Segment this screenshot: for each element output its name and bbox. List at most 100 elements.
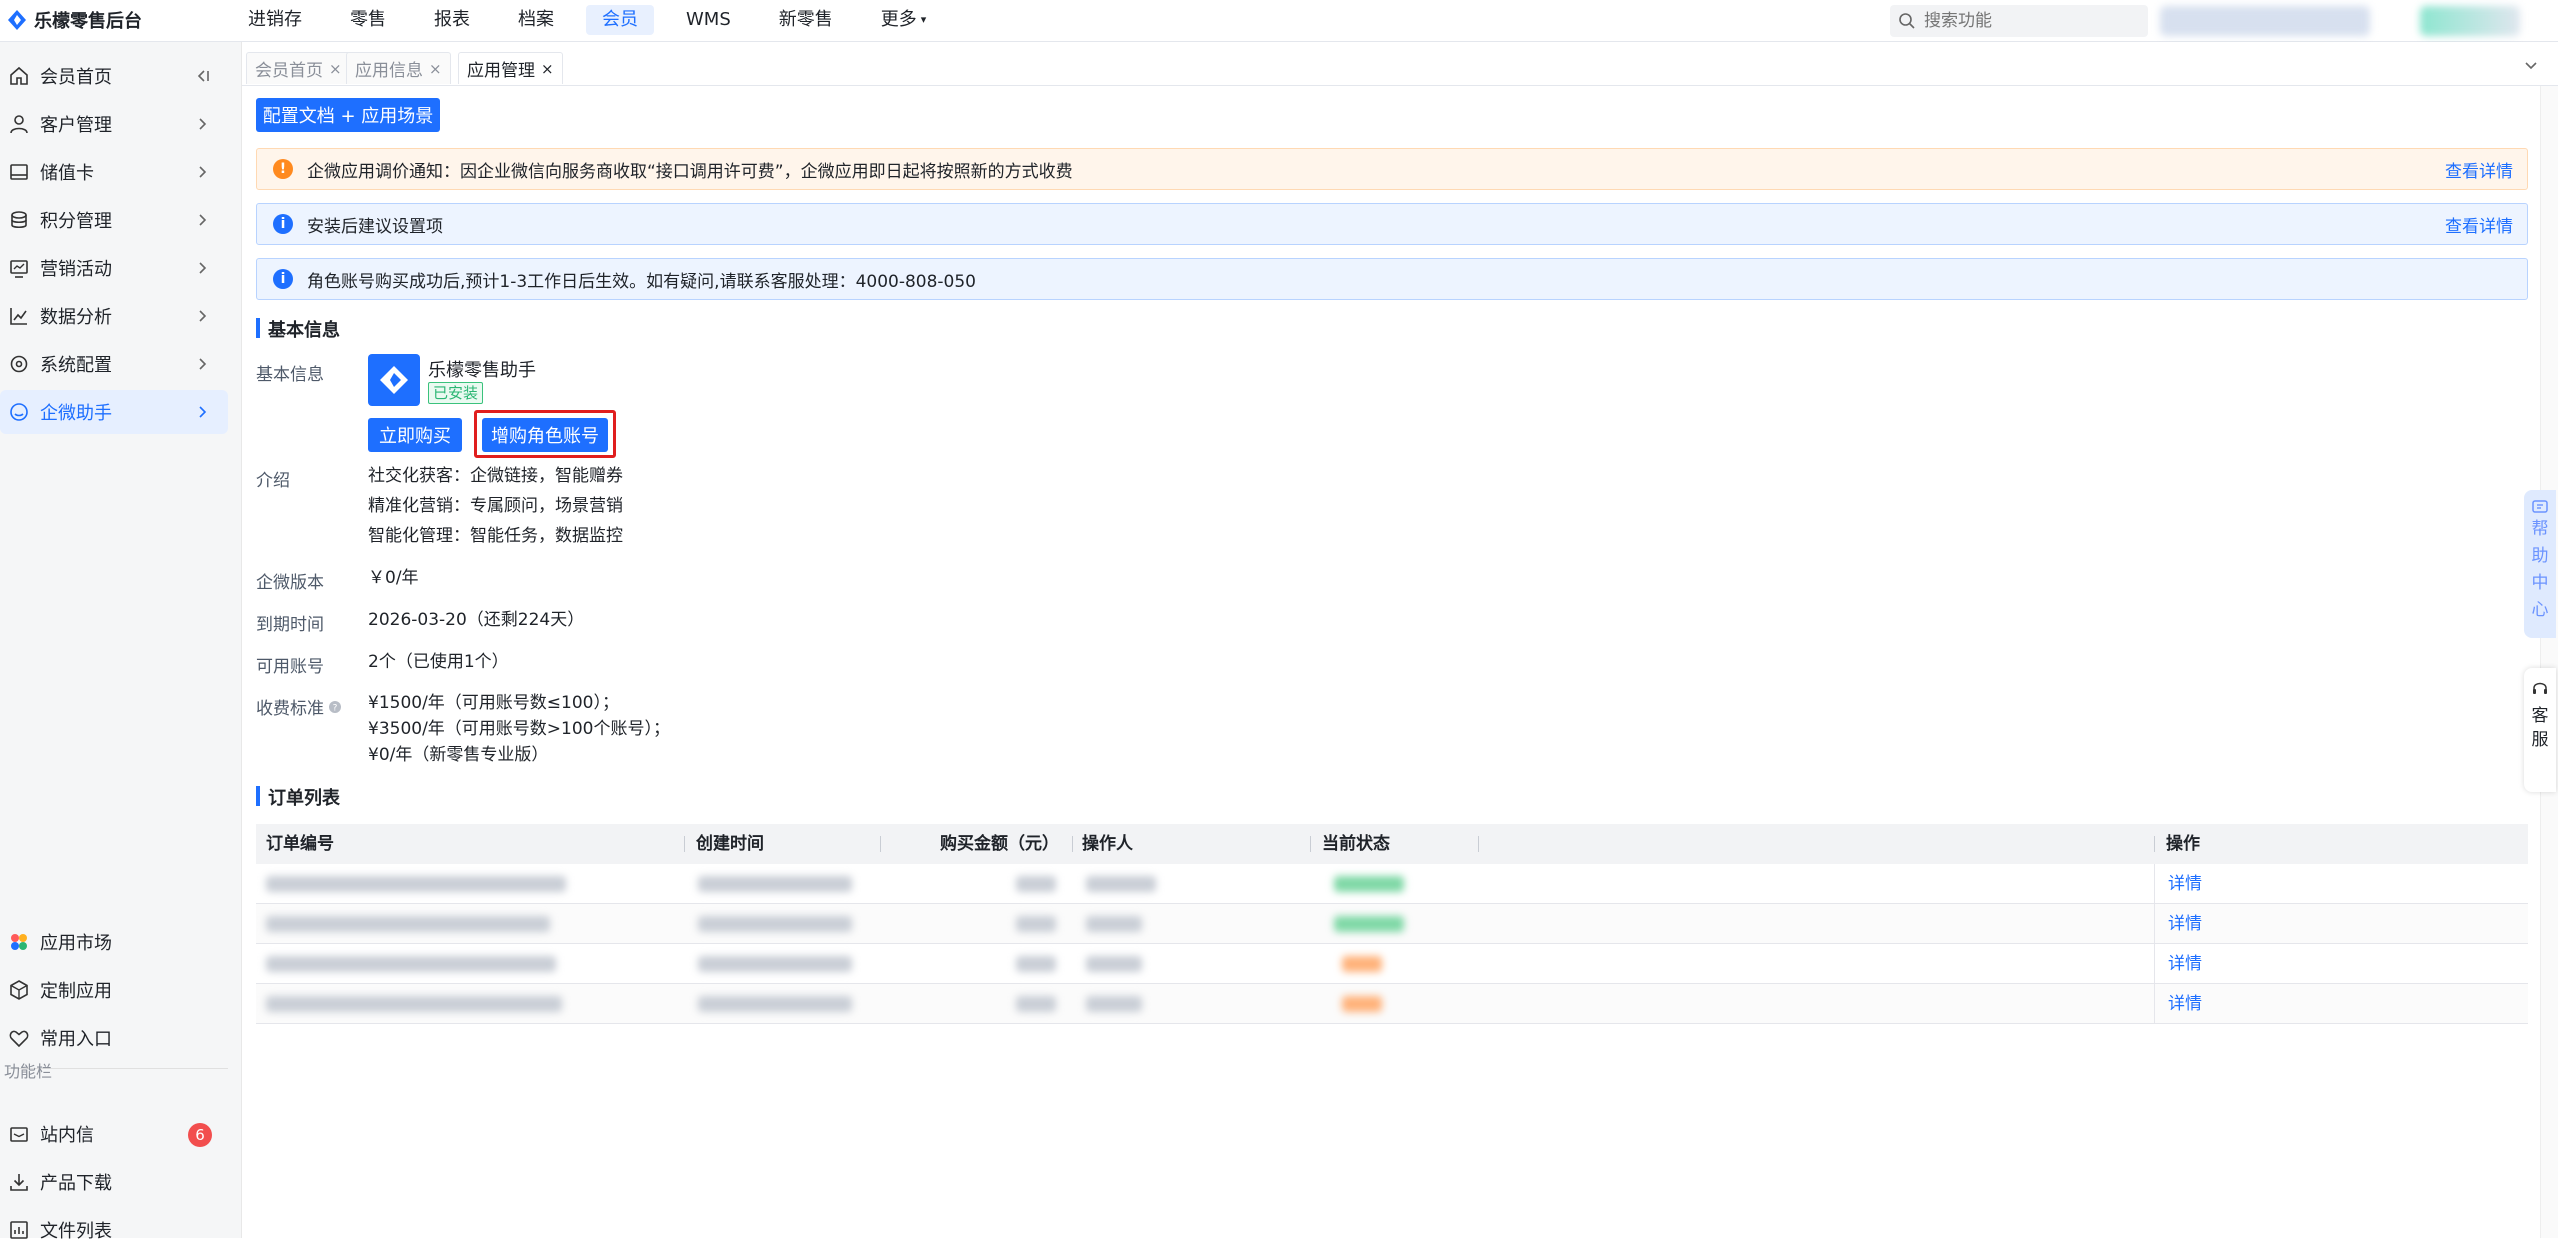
sidebar-item-customers[interactable]: 客户管理 (0, 102, 228, 146)
order-no-cell (266, 916, 550, 932)
status-cell (1342, 956, 1382, 972)
sidebar-item-app-market[interactable]: 应用市场 (0, 920, 228, 964)
add-role-account-button[interactable]: 增购角色账号 (482, 418, 608, 452)
close-icon[interactable]: × (541, 60, 554, 78)
detail-link[interactable]: 详情 (2168, 944, 2202, 984)
amount-cell (1016, 996, 1056, 1012)
search-input[interactable] (1922, 10, 2132, 32)
sidebar-item-file-list[interactable]: 文件列表 (0, 1208, 228, 1252)
nav-item-more[interactable]: 更多 ▾ (865, 5, 943, 35)
chevron-right-icon (199, 358, 207, 370)
diamond-logo-icon (380, 366, 408, 394)
chat-icon (8, 401, 30, 423)
detail-link[interactable]: 详情 (2168, 984, 2202, 1024)
app-market-icon (8, 931, 30, 953)
sidebar-item-favorites[interactable]: 常用入口 (0, 1016, 228, 1060)
fee-value: ¥1500/年（可用账号数≤100）； ¥3500/年（可用账号数>100个账号… (368, 693, 670, 765)
close-icon[interactable]: × (329, 60, 342, 78)
brand-logo-icon (8, 10, 26, 30)
help-center-button[interactable]: 帮 助 中 心 (2524, 490, 2556, 638)
tab-app-management[interactable]: 应用管理 × (458, 52, 563, 84)
coins-icon (8, 209, 30, 231)
edition-label: 企微版本 (256, 573, 324, 593)
sidebar-item-stored-value-card[interactable]: 储值卡 (0, 150, 228, 194)
nav-item-reports[interactable]: 报表 (418, 5, 486, 35)
top-nav: 进销存 零售 报表 档案 会员 WMS 新零售 更多 ▾ (232, 0, 958, 40)
close-icon[interactable]: × (429, 60, 442, 78)
table-header: 订单编号 创建时间 购买金额（元） 操作人 当前状态 操作 (256, 824, 2528, 864)
table-row: 详情 (256, 984, 2528, 1024)
collapse-sidebar-icon[interactable] (192, 66, 212, 86)
sidebar-item-product-download[interactable]: 产品下载 (0, 1160, 228, 1204)
sidebar-item-data-analysis[interactable]: 数据分析 (0, 294, 228, 338)
expire-value: 2026-03-20（还剩224天） (368, 610, 585, 630)
top-bar: 乐檬零售后台 进销存 零售 报表 档案 会员 WMS 新零售 更多 ▾ (0, 0, 2558, 42)
nav-item-inventory[interactable]: 进销存 (232, 5, 318, 35)
accounts-value: 2个（已使用1个） (368, 652, 509, 672)
main-content: 配置文档 + 应用场景 ! 企微应用调价通知：因企业微信向服务商收取“接口调用许… (242, 86, 2558, 1238)
sidebar-item-custom-app[interactable]: 定制应用 (0, 968, 228, 1012)
nav-item-member[interactable]: 会员 (586, 5, 654, 35)
tab-member-home[interactable]: 会员首页 × (246, 52, 351, 84)
nav-item-wms[interactable]: WMS (670, 5, 747, 35)
column-header-order-no: 订单编号 (266, 834, 334, 854)
detail-link[interactable]: 详情 (2168, 904, 2202, 944)
scrollbar[interactable] (2540, 86, 2558, 1238)
config-docs-button[interactable]: 配置文档 + 应用场景 (256, 98, 440, 132)
section-title-order-list: 订单列表 (256, 784, 340, 810)
table-row: 详情 (256, 944, 2528, 984)
chevron-right-icon (199, 310, 207, 322)
sidebar-item-messages[interactable]: 站内信 6 (0, 1112, 228, 1156)
column-header-amount: 购买金额（元） (940, 834, 1059, 854)
notice-post-install-settings: i 安装后建议设置项 查看详情 (256, 203, 2528, 245)
function-bar-label: 功能栏 (4, 1062, 53, 1081)
column-header-status: 当前状态 (1322, 834, 1390, 854)
order-no-cell (266, 956, 556, 972)
customer-service-button[interactable]: 客 服 (2524, 668, 2556, 792)
intro-label: 介绍 (256, 471, 290, 491)
sidebar-item-wecom-assistant[interactable]: 企微助手 (0, 390, 228, 434)
nav-item-new-retail[interactable]: 新零售 (763, 5, 849, 35)
operator-cell (1086, 876, 1156, 892)
help-icon (2532, 500, 2548, 513)
column-header-operator: 操作人 (1082, 834, 1133, 854)
nav-item-archive[interactable]: 档案 (502, 5, 570, 35)
sidebar-item-system-config[interactable]: 系统配置 (0, 342, 228, 386)
warning-icon: ! (273, 159, 293, 179)
info-icon: i (273, 214, 293, 234)
sidebar-item-member-home[interactable]: 会员首页 (0, 54, 228, 98)
brand[interactable]: 乐檬零售后台 (6, 0, 142, 40)
tabs-bar: 会员首页 × 应用信息 × 应用管理 × (242, 42, 2558, 86)
sidebar-item-marketing[interactable]: 营销活动 (0, 246, 228, 290)
view-details-link[interactable]: 查看详情 (2445, 212, 2513, 237)
view-details-link[interactable]: 查看详情 (2445, 157, 2513, 182)
table-row: 详情 (256, 864, 2528, 904)
basic-info-label: 基本信息 (256, 365, 324, 385)
user-avatar[interactable] (2420, 6, 2520, 36)
expire-label: 到期时间 (256, 615, 324, 635)
chevron-right-icon (199, 214, 207, 226)
settings-icon (8, 353, 30, 375)
sidebar-item-points[interactable]: 积分管理 (0, 198, 228, 242)
store-selector[interactable] (2160, 6, 2370, 36)
amount-cell (1016, 876, 1056, 892)
edition-value: ￥0/年 (368, 568, 419, 588)
operator-cell (1086, 996, 1142, 1012)
installed-tag: 已安装 (428, 382, 484, 404)
order-no-cell (266, 996, 562, 1012)
operator-cell (1086, 956, 1142, 972)
tab-app-info[interactable]: 应用信息 × (346, 52, 451, 84)
app-name: 乐檬零售助手 (428, 360, 536, 381)
chevron-down-icon[interactable] (2520, 54, 2542, 76)
search-box[interactable] (1890, 5, 2148, 37)
download-icon (8, 1171, 30, 1193)
detail-link[interactable]: 详情 (2168, 864, 2202, 904)
question-icon[interactable]: ? (328, 700, 342, 714)
chevron-right-icon (199, 118, 207, 130)
home-icon (8, 65, 30, 87)
nav-item-retail[interactable]: 零售 (334, 5, 402, 35)
headset-icon (2533, 682, 2547, 694)
amount-cell (1016, 956, 1056, 972)
section-title-basic-info: 基本信息 (256, 316, 340, 342)
buy-now-button[interactable]: 立即购买 (368, 418, 462, 452)
